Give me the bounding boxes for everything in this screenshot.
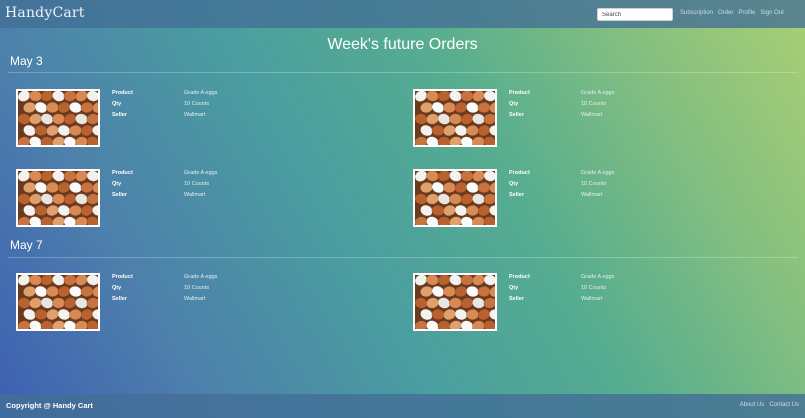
- product-label: Product: [112, 170, 133, 176]
- eggs-image: [413, 169, 497, 227]
- order-card[interactable]: Product Grade A eggs Qty 10 Counts Selle…: [16, 273, 256, 333]
- qty-label: Qty: [509, 101, 519, 107]
- search-input[interactable]: [597, 8, 673, 21]
- product-label: Product: [112, 90, 133, 96]
- product-value: Grade A eggs: [581, 170, 615, 176]
- order-card[interactable]: Product Grade A eggs Qty 10 Counts Selle…: [16, 89, 256, 149]
- product-label: Product: [112, 274, 133, 280]
- nav-order-link[interactable]: Order: [718, 10, 733, 16]
- product-label: Product: [509, 90, 530, 96]
- qty-label: Qty: [112, 101, 122, 107]
- divider: [8, 72, 798, 73]
- product-label: Product: [509, 274, 530, 280]
- top-navbar: HandyCart Subscription Order Profile Sig…: [0, 0, 805, 28]
- order-card[interactable]: Product Grade A eggs Qty 10 Counts Selle…: [413, 169, 653, 229]
- product-value: Grade A eggs: [184, 170, 218, 176]
- product-value: Grade A eggs: [184, 274, 218, 280]
- day-label-may-3: May 3: [10, 54, 43, 68]
- divider: [8, 257, 798, 258]
- order-card[interactable]: Product Grade A eggs Qty 10 Counts Selle…: [413, 273, 653, 333]
- contact-us-link[interactable]: Contact Us: [769, 402, 799, 408]
- about-us-link[interactable]: About Us: [740, 402, 765, 408]
- qty-label: Qty: [509, 285, 519, 291]
- qty-value: 10 Counts: [581, 101, 607, 107]
- product-label: Product: [509, 170, 530, 176]
- qty-label: Qty: [112, 285, 122, 291]
- seller-value: Wallmart: [581, 296, 603, 302]
- seller-label: Seller: [509, 112, 524, 118]
- eggs-image: [16, 169, 100, 227]
- seller-value: Wallmart: [184, 112, 206, 118]
- qty-value: 10 Counts: [184, 285, 210, 291]
- footer: Copyright @ Handy Cart About Us Contact …: [0, 394, 805, 418]
- nav-sign-out-link[interactable]: Sign Out: [760, 10, 783, 16]
- qty-value: 10 Counts: [581, 181, 607, 187]
- seller-value: Wallmart: [581, 192, 603, 198]
- product-value: Grade A eggs: [581, 274, 615, 280]
- seller-value: Wallmart: [581, 112, 603, 118]
- seller-label: Seller: [112, 192, 127, 198]
- product-value: Grade A eggs: [184, 90, 218, 96]
- seller-value: Wallmart: [184, 296, 206, 302]
- seller-value: Wallmart: [184, 192, 206, 198]
- qty-label: Qty: [509, 181, 519, 187]
- brand-logo[interactable]: HandyCart: [5, 5, 85, 21]
- eggs-image: [16, 273, 100, 331]
- seller-label: Seller: [112, 112, 127, 118]
- eggs-image: [413, 89, 497, 147]
- day-label-may-7: May 7: [10, 238, 43, 252]
- order-card[interactable]: Product Grade A eggs Qty 10 Counts Selle…: [16, 169, 256, 229]
- copyright-text: Copyright @ Handy Cart: [6, 401, 93, 410]
- qty-value: 10 Counts: [184, 181, 210, 187]
- order-card[interactable]: Product Grade A eggs Qty 10 Counts Selle…: [413, 89, 653, 149]
- qty-value: 10 Counts: [581, 285, 607, 291]
- seller-label: Seller: [509, 296, 524, 302]
- qty-label: Qty: [112, 181, 122, 187]
- nav-profile-link[interactable]: Profile: [738, 10, 755, 16]
- main-nav: Subscription Order Profile Sign Out: [680, 10, 784, 16]
- eggs-image: [413, 273, 497, 331]
- page-title: Week's future Orders: [327, 36, 478, 53]
- seller-label: Seller: [112, 296, 127, 302]
- nav-subscription-link[interactable]: Subscription: [680, 10, 713, 16]
- qty-value: 10 Counts: [184, 101, 210, 107]
- eggs-image: [16, 89, 100, 147]
- product-value: Grade A eggs: [581, 90, 615, 96]
- footer-links: About Us Contact Us: [740, 402, 799, 408]
- seller-label: Seller: [509, 192, 524, 198]
